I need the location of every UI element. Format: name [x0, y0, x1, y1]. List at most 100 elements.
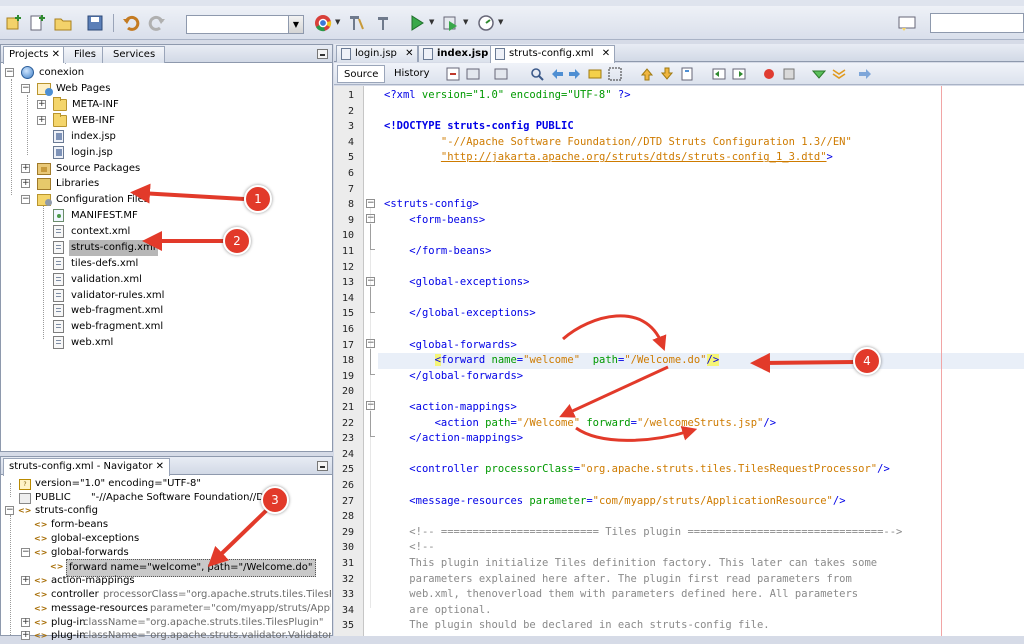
back-icon[interactable]	[466, 67, 480, 81]
tree-item-struts-config-xml[interactable]: struts-config.xml	[53, 240, 313, 256]
next-bookmark-icon[interactable]	[660, 67, 674, 81]
code-line[interactable]	[384, 228, 1024, 244]
clean-build-icon[interactable]	[346, 13, 366, 33]
new-file-icon[interactable]	[27, 13, 47, 33]
tree-item-configuration-files[interactable]: − Configuration Files	[21, 192, 321, 208]
code-line[interactable]	[384, 384, 1024, 400]
code-line[interactable]: <controller processorClass="org.apache.s…	[384, 462, 1024, 478]
tree-item-web-inf[interactable]: + WEB-INF	[37, 113, 317, 129]
code-line[interactable]	[384, 509, 1024, 525]
collapse-icon[interactable]: −	[366, 199, 375, 208]
tree-item-index-jsp[interactable]: index.jsp	[53, 129, 313, 145]
previous-bookmark-icon[interactable]	[640, 67, 654, 81]
shift-right-icon[interactable]	[732, 67, 746, 81]
code-line[interactable]: are optional.	[384, 603, 1024, 619]
close-icon[interactable]: ✕	[602, 48, 610, 59]
code-line[interactable]: <global-forwards>	[384, 338, 1024, 354]
code-line[interactable]: <action path="/Welcome" forward="/welcom…	[384, 416, 1024, 432]
code-line[interactable]	[384, 166, 1024, 182]
debug-icon[interactable]	[441, 13, 461, 33]
tab-login-jsp[interactable]: login.jsp ✕	[336, 45, 419, 62]
last-edit-icon[interactable]	[446, 67, 460, 81]
chrome-browser-icon[interactable]	[313, 13, 333, 33]
quick-search-input[interactable]	[930, 13, 1024, 33]
source-view-button[interactable]: Source	[337, 65, 386, 83]
code-line[interactable]: The plugin should be declared in each st…	[384, 618, 1024, 634]
code-line[interactable]: </global-exceptions>	[384, 306, 1024, 322]
toggle-highlight-icon[interactable]	[588, 67, 602, 81]
code-line[interactable]: <global-exceptions>	[384, 275, 1024, 291]
code-line[interactable]	[384, 322, 1024, 338]
collapse-icon[interactable]: −	[5, 506, 14, 515]
close-icon[interactable]: ✕	[52, 49, 60, 60]
profile-icon[interactable]	[476, 13, 496, 33]
code-line[interactable]: <message-resources parameter="com/myapp/…	[384, 494, 1024, 510]
tab-files[interactable]: Files	[63, 46, 107, 63]
code-line[interactable]	[384, 104, 1024, 120]
code-line[interactable]	[384, 182, 1024, 198]
tree-item-web-fragment-xml[interactable]: web-fragment.xml	[53, 319, 313, 335]
stop-macro-icon[interactable]	[782, 67, 796, 81]
tab-struts-config-xml[interactable]: struts-config.xml ✕	[490, 45, 616, 63]
rect-select-icon[interactable]	[608, 67, 622, 81]
code-line[interactable]: "http://jakarta.apache.org/struts/dtds/s…	[384, 150, 1024, 166]
collapse-icon[interactable]: −	[21, 195, 30, 204]
collapse-icon[interactable]: −	[21, 548, 30, 557]
code-line[interactable]: web.xml, thenoverload them with paramete…	[384, 587, 1024, 603]
chevron-down-icon[interactable]: ▼	[463, 18, 468, 26]
minimize-icon[interactable]	[317, 49, 328, 59]
expand-icon[interactable]: +	[21, 179, 30, 188]
find-icon[interactable]	[530, 67, 544, 81]
validate-xml-icon[interactable]	[832, 67, 846, 81]
close-icon[interactable]: ✕	[405, 48, 413, 59]
collapse-icon[interactable]: −	[5, 68, 14, 77]
collapse-icon[interactable]: −	[21, 84, 30, 93]
code-line[interactable]	[384, 478, 1024, 494]
find-next-icon[interactable]	[568, 67, 582, 81]
close-icon[interactable]: ✕	[156, 461, 164, 472]
code-line[interactable]: </form-beans>	[384, 244, 1024, 260]
xsl-transform-icon[interactable]	[858, 67, 872, 81]
code-line[interactable]: <!-- ========================= Tiles plu…	[384, 525, 1024, 541]
expand-icon[interactable]: +	[37, 100, 46, 109]
tab-projects[interactable]: Projects ✕	[3, 46, 67, 64]
expand-icon[interactable]: +	[37, 116, 46, 125]
expand-icon[interactable]: +	[21, 618, 30, 627]
tree-item-web-fragment-xml[interactable]: web-fragment.xml	[53, 303, 313, 319]
minimize-icon[interactable]	[317, 461, 328, 471]
tree-item-source-packages[interactable]: + Source Packages	[21, 161, 321, 177]
expand-icon[interactable]: +	[21, 164, 30, 173]
configuration-combo[interactable]: ▼	[186, 15, 304, 34]
tree-item-web-pages[interactable]: − Web Pages	[21, 81, 321, 97]
code-line[interactable]: <forward name="welcome" path="/Welcome.d…	[378, 353, 1024, 369]
shift-left-icon[interactable]	[712, 67, 726, 81]
tab-navigator[interactable]: struts-config.xml - Navigator ✕	[3, 458, 171, 476]
code-editor[interactable]: <?xml version="1.0" encoding="UTF-8" ?> <…	[378, 86, 1024, 636]
chevron-down-icon[interactable]: ▼	[288, 16, 303, 33]
code-line[interactable]: This plugin initialize Tiles definition …	[384, 556, 1024, 572]
tree-item-login-jsp[interactable]: login.jsp	[53, 145, 313, 161]
code-line[interactable]: "-//Apache Software Foundation//DTD Stru…	[384, 135, 1024, 151]
build-icon[interactable]	[375, 13, 395, 33]
check-xml-icon[interactable]	[812, 67, 826, 81]
redo-icon[interactable]	[147, 13, 167, 33]
forward-icon[interactable]	[494, 67, 508, 81]
code-line[interactable]: <action-mappings>	[384, 400, 1024, 416]
code-line[interactable]: <struts-config>	[384, 197, 1024, 213]
code-line[interactable]: <!DOCTYPE struts-config PUBLIC	[384, 119, 1024, 135]
tree-item-tiles-defs-xml[interactable]: tiles-defs.xml	[53, 256, 313, 272]
start-macro-icon[interactable]	[762, 67, 776, 81]
code-line[interactable]: <form-beans>	[384, 213, 1024, 229]
notifications-icon[interactable]	[897, 13, 917, 33]
find-previous-icon[interactable]	[550, 67, 564, 81]
tab-services[interactable]: Services	[102, 46, 165, 63]
tree-item-manifest[interactable]: MANIFEST.MF	[53, 208, 313, 224]
tree-item-libraries[interactable]: + Libraries	[21, 176, 321, 192]
undo-icon[interactable]	[121, 13, 141, 33]
tree-item-validator-rules-xml[interactable]: validator-rules.xml	[53, 288, 313, 304]
chevron-down-icon[interactable]: ▼	[335, 18, 340, 26]
tree-item-validation-xml[interactable]: validation.xml	[53, 272, 313, 288]
code-line[interactable]	[384, 260, 1024, 276]
code-line[interactable]: </action-mappings>	[384, 431, 1024, 447]
code-line[interactable]	[384, 447, 1024, 463]
